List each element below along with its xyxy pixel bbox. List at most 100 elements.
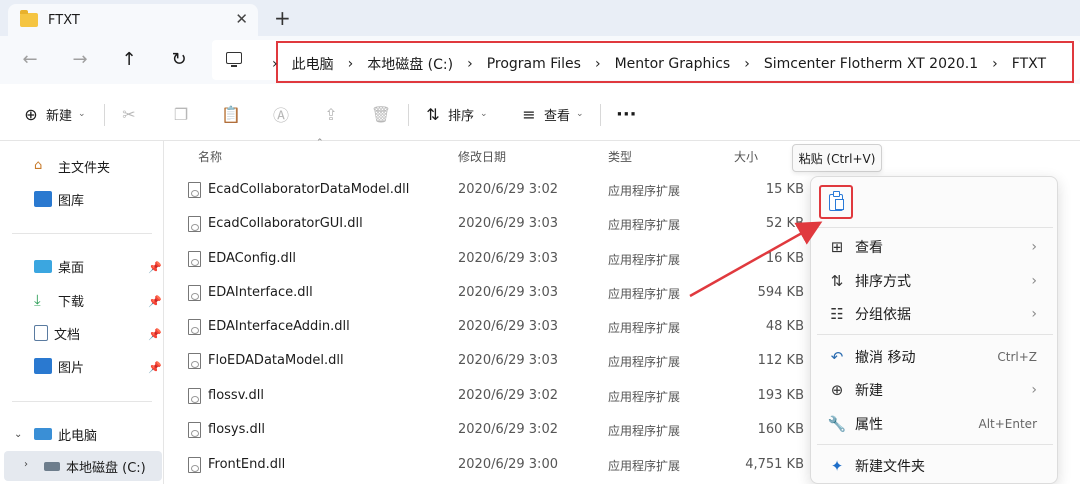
file-row[interactable]: FloEDADataModel.dll 2020/6/29 3:03 应用程序扩… (170, 345, 810, 379)
rename-icon: Ⓐ (272, 106, 289, 125)
file-row[interactable]: flossv.dll 2020/6/29 3:02 应用程序扩展 193 KB (170, 380, 810, 414)
column-header-type[interactable]: 类型 (608, 148, 632, 165)
pin-icon[interactable]: 📌 (148, 328, 162, 341)
sidebar-item-documents[interactable]: 文档 (34, 322, 80, 344)
file-type: 应用程序扩展 (608, 424, 681, 438)
column-header-name[interactable]: 名称 (198, 148, 222, 165)
new-button[interactable]: ⊕ 新建 ⌄ (22, 100, 85, 128)
dll-file-icon (188, 319, 201, 335)
menu-item-sort[interactable]: ⇅ 排序方式 › (817, 266, 1053, 296)
file-date: 2020/6/29 3:03 (458, 251, 558, 266)
file-row[interactable]: EDAConfig.dll 2020/6/29 3:03 应用程序扩展 16 K… (170, 243, 810, 277)
file-date: 2020/6/29 3:02 (458, 182, 558, 197)
copy-button[interactable]: ❐ (172, 100, 190, 128)
menu-item-undo[interactable]: ↶ 撤消 移动 Ctrl+Z (817, 342, 1053, 372)
breadcrumb-mentor-graphics[interactable]: Mentor Graphics (615, 56, 731, 72)
group-icon: ☷ (830, 305, 844, 323)
more-button[interactable]: ··· (616, 100, 637, 128)
breadcrumb-separator[interactable]: › (744, 56, 750, 72)
tab-title: FTXT (48, 12, 80, 28)
desktop-icon (34, 259, 52, 273)
dll-file-icon (188, 285, 201, 301)
clipboard-icon (829, 190, 844, 211)
chevron-down-icon: ⌄ (576, 109, 584, 119)
close-tab-icon[interactable]: ✕ (235, 10, 248, 28)
new-tab-button[interactable]: + (274, 6, 291, 30)
breadcrumb-local-disk[interactable]: 本地磁盘 (C:) (367, 54, 453, 74)
sidebar-item-label: 本地磁盘 (C:) (66, 460, 146, 476)
breadcrumb-separator[interactable]: › (992, 56, 998, 72)
paste-button[interactable] (819, 185, 853, 219)
menu-item-label: 查看 (855, 240, 883, 256)
file-date: 2020/6/29 3:03 (458, 216, 558, 231)
computer-icon (226, 52, 242, 67)
pin-icon[interactable]: 📌 (148, 261, 162, 274)
sidebar-item-this-pc[interactable]: 此电脑 (34, 423, 97, 445)
paste-button[interactable]: 📋 (221, 100, 241, 128)
breadcrumb-separator[interactable]: › (467, 56, 473, 72)
sidebar-item-gallery[interactable]: 图库 (34, 188, 84, 210)
divider (104, 104, 105, 126)
share-button[interactable]: ⇪ (322, 100, 340, 128)
column-header-size[interactable]: 大小 (734, 148, 758, 165)
menu-item-view[interactable]: ⊞ 查看 › (817, 232, 1053, 262)
dll-file-icon (188, 182, 201, 198)
folder-icon (20, 10, 38, 27)
sidebar-item-label: 此电脑 (58, 428, 98, 444)
sort-button[interactable]: ⇅ 排序 ⌄ (424, 100, 487, 128)
back-button[interactable]: ← (18, 48, 42, 72)
cut-button[interactable]: ✂ (120, 100, 138, 128)
file-name: EDAConfig.dll (208, 251, 296, 266)
chevron-down-icon[interactable]: ⌄ (14, 429, 22, 440)
view-label: 查看 (544, 108, 571, 124)
breadcrumb-ftxt[interactable]: FTXT (1012, 56, 1046, 72)
dll-file-icon (188, 457, 201, 473)
menu-item-group[interactable]: ☷ 分组依据 › (817, 299, 1053, 329)
pin-icon[interactable]: 📌 (148, 295, 162, 308)
sidebar-item-desktop[interactable]: 桌面 (34, 255, 84, 277)
trash-icon: 🗑 (370, 104, 392, 124)
up-button[interactable]: ↑ (117, 48, 141, 72)
sidebar-item-pictures[interactable]: 图片 (34, 355, 84, 377)
file-type: 应用程序扩展 (608, 459, 681, 473)
file-name: FloEDADataModel.dll (208, 353, 344, 368)
file-row[interactable]: EcadCollaboratorGUI.dll 2020/6/29 3:03 应… (170, 208, 810, 242)
column-header-modified[interactable]: 修改日期 (458, 148, 506, 165)
delete-button[interactable]: 🗑 (370, 100, 392, 128)
file-size: 193 KB (757, 388, 804, 403)
file-row[interactable]: EDAInterfaceAddin.dll 2020/6/29 3:03 应用程… (170, 311, 810, 345)
dll-file-icon (188, 422, 201, 438)
refresh-button[interactable]: ↻ (167, 48, 191, 72)
menu-item-properties[interactable]: 🔧 属性 Alt+Enter (817, 409, 1053, 439)
file-row[interactable]: EDAInterface.dll 2020/6/29 3:03 应用程序扩展 5… (170, 277, 810, 311)
view-button[interactable]: ≡ 查看 ⌄ (520, 100, 584, 128)
share-icon: ⇪ (324, 104, 338, 124)
file-size: 594 KB (757, 285, 804, 300)
file-type: 应用程序扩展 (608, 321, 681, 335)
menu-item-new[interactable]: ⊕ 新建 › (817, 375, 1053, 405)
menu-item-new-folder[interactable]: ✦ 新建文件夹 (817, 451, 1053, 481)
file-name: FrontEnd.dll (208, 457, 286, 472)
sidebar-item-home[interactable]: ⌂ 主文件夹 (34, 155, 110, 177)
file-name: EDAInterfaceAddin.dll (208, 319, 350, 334)
breadcrumb-simcenter[interactable]: Simcenter Flotherm XT 2020.1 (764, 56, 978, 72)
file-type: 应用程序扩展 (608, 253, 681, 267)
pin-icon[interactable]: 📌 (148, 361, 162, 374)
file-row[interactable]: flosys.dll 2020/6/29 3:02 应用程序扩展 160 KB (170, 414, 810, 448)
breadcrumb-separator[interactable]: › (348, 56, 354, 72)
file-row[interactable]: FrontEnd.dll 2020/6/29 3:00 应用程序扩展 4,751… (170, 449, 810, 483)
breadcrumb-program-files[interactable]: Program Files (487, 56, 581, 72)
sort-icon: ⇅ (830, 272, 844, 290)
rename-button[interactable]: Ⓐ (272, 100, 290, 128)
breadcrumb-this-pc[interactable]: 此电脑 (292, 54, 334, 74)
tab-ftxt[interactable]: FTXT ✕ (8, 4, 258, 36)
sidebar-item-local-disk[interactable]: 本地磁盘 (C:) (44, 455, 146, 477)
sidebar-item-downloads[interactable]: ⤓ 下载 (34, 289, 84, 311)
chevron-right-icon[interactable]: › (24, 459, 28, 470)
file-row[interactable]: EcadCollaboratorDataModel.dll 2020/6/29 … (170, 174, 810, 208)
computer-icon (34, 428, 52, 440)
chevron-right-icon: › (1031, 382, 1037, 398)
breadcrumb-separator[interactable]: › (595, 56, 601, 72)
forward-button[interactable]: → (68, 48, 92, 72)
chevron-right-icon: › (1031, 239, 1037, 255)
